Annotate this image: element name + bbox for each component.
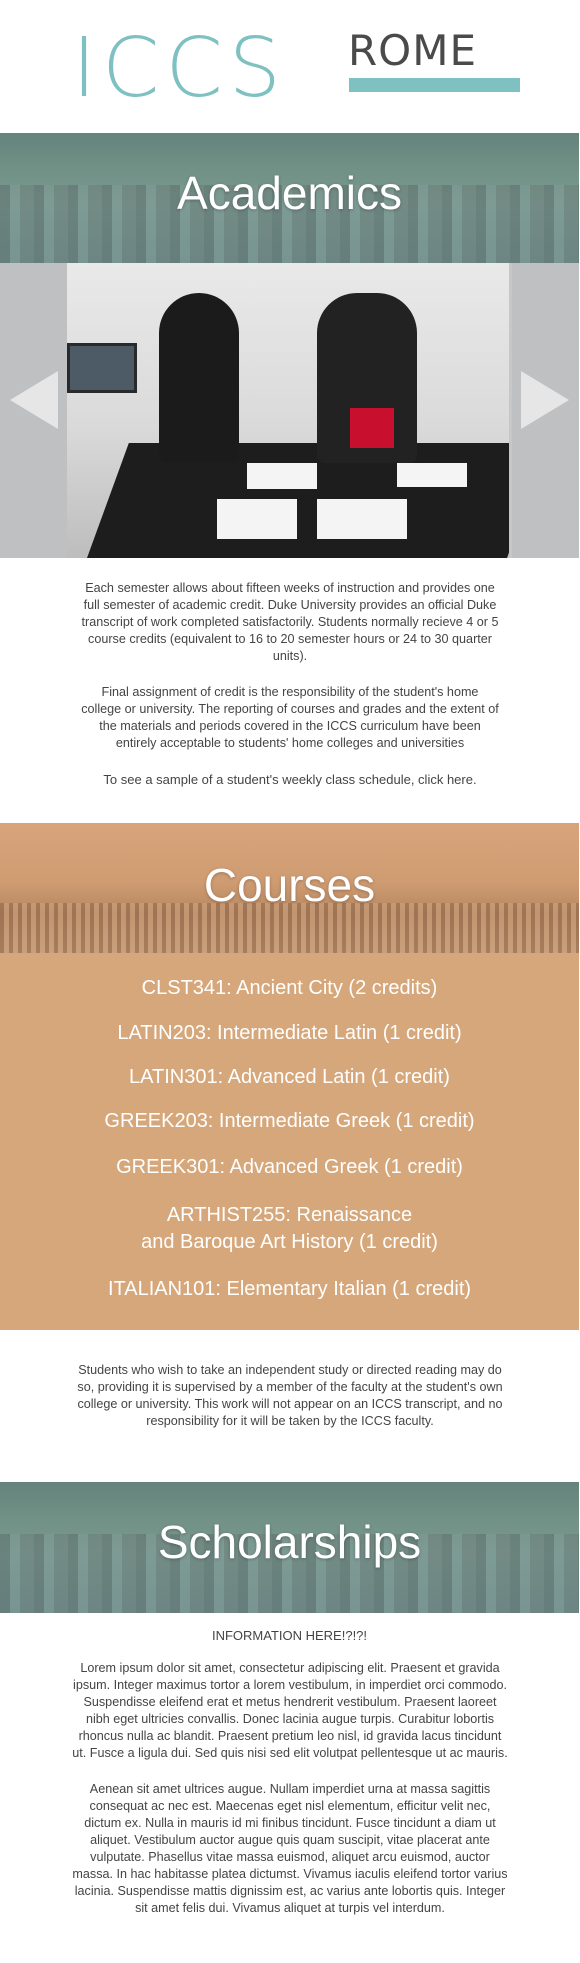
chevron-left-icon (10, 371, 58, 429)
academics-paragraph-1: Each semester allows about fifteen weeks… (81, 581, 499, 663)
photo-paper (397, 463, 467, 487)
scholarships-paragraph-1: Lorem ipsum dolor sit amet, consectetur … (72, 1661, 508, 1760)
logo-bar (349, 78, 520, 92)
scholarships-paragraph-2: Aenean sit amet ultrices augue. Nullam i… (72, 1782, 508, 1915)
scholarships-info-title: INFORMATION HERE!?!?! (211, 1628, 368, 1643)
photo-paper (217, 499, 297, 539)
academics-banner: Academics (0, 133, 579, 263)
logo-iccs-text: ICCS (72, 21, 287, 116)
course-item: ITALIAN101: Elementary Italian (1 credit… (107, 1278, 472, 1300)
photo-table (85, 443, 509, 558)
academics-text: Each semester allows about fifteen weeks… (80, 580, 500, 807)
iccs-rome-logo[interactable]: ICCS ROME (72, 26, 520, 110)
academics-paragraph-2: Final assignment of credit is the respon… (81, 685, 499, 750)
photo-paper (247, 463, 317, 489)
chevron-right-icon (521, 371, 569, 429)
courses-banner: Courses (0, 823, 579, 953)
academics-heading: Academics (177, 167, 402, 219)
independent-study-text: Students who wish to take an independent… (77, 1363, 503, 1428)
course-item: ARTHIST255: Renaissance (166, 1204, 413, 1226)
photo-wall-frame (67, 343, 137, 393)
course-item: and Baroque Art History (1 credit) (141, 1231, 438, 1253)
photo-paper (317, 499, 407, 539)
scholarships-heading: Scholarships (157, 1516, 422, 1568)
courses-list: CLST341: Ancient City (2 credits) LATIN2… (0, 953, 579, 1330)
courses-heading: Courses (203, 859, 376, 911)
course-item: GREEK203: Intermediate Greek (1 credit) (104, 1110, 475, 1132)
course-item: CLST341: Ancient City (2 credits) (141, 977, 438, 999)
scholarships-banner: Scholarships (0, 1482, 579, 1613)
schedule-link[interactable]: To see a sample of a student's weekly cl… (80, 771, 500, 788)
course-item: LATIN203: Intermediate Latin (1 credit) (117, 1022, 462, 1044)
slider-photo (67, 263, 509, 558)
photo-red-skirt (350, 408, 394, 448)
image-slider (0, 263, 579, 558)
scholarships-text: Lorem ipsum dolor sit amet, consectetur … (70, 1660, 510, 1936)
course-item: LATIN301: Advanced Latin (1 credit) (129, 1066, 450, 1088)
photo-student-left (159, 293, 239, 463)
slider-next[interactable] (512, 263, 579, 558)
logo-rome-text: ROME (348, 26, 478, 75)
course-item: GREEK301: Advanced Greek (1 credit) (116, 1156, 463, 1178)
slider-prev[interactable] (0, 263, 67, 558)
